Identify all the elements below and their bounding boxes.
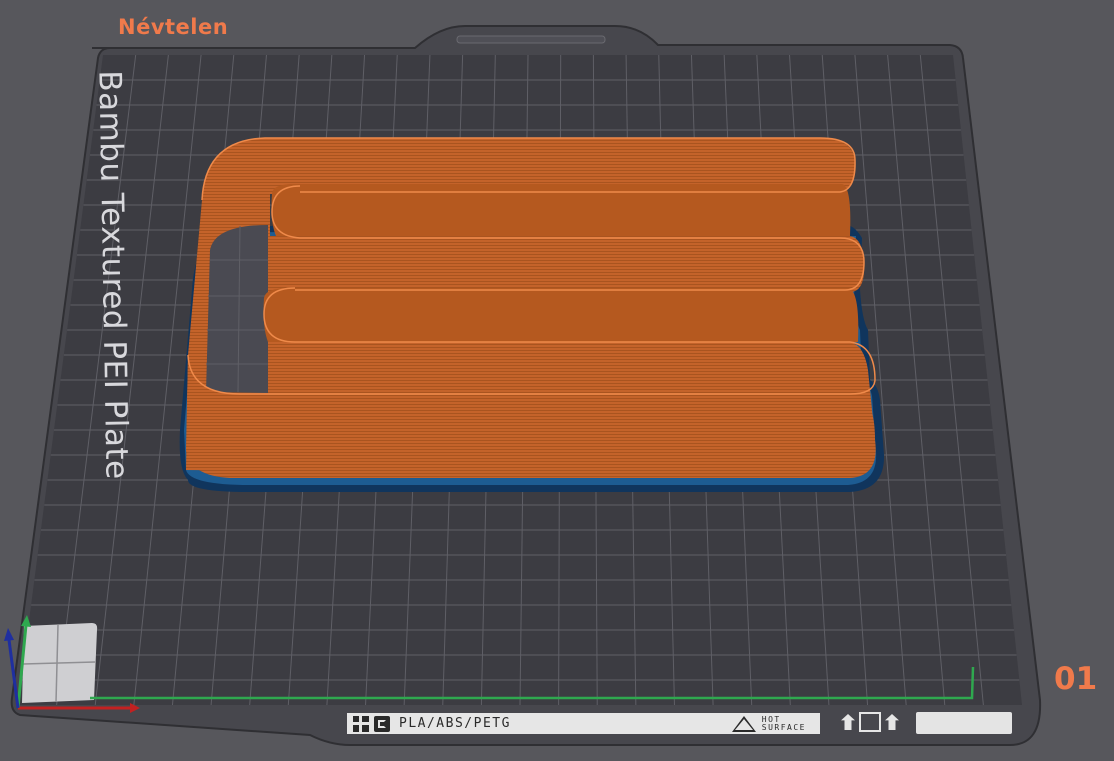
plate-label-strip: PLA/ABS/PETG HOT SURFACE (347, 713, 820, 734)
plate-scene[interactable] (0, 0, 1114, 757)
printed-model[interactable] (179, 137, 885, 492)
plate-number-label[interactable]: 01 (1054, 661, 1097, 697)
plate-name-label[interactable]: Névtelen (118, 15, 228, 39)
3d-viewport[interactable]: Névtelen Bambu Textured PEI Plate 01 PLA… (0, 0, 1114, 757)
origin-corner-icon (22, 623, 98, 703)
hot-surface-warning: HOT SURFACE (731, 715, 806, 732)
lift-arrow-icon (885, 714, 899, 730)
plate-outline-icon (859, 712, 881, 732)
lift-arrow-icon (841, 714, 855, 730)
plate-brand-text: Bambu Textured PEI Plate (91, 69, 135, 481)
bambu-logo-icon (353, 715, 369, 732)
plate-side-icons (841, 712, 899, 732)
plate-slot-marker (916, 712, 1012, 734)
hot-surface-line2: SURFACE (761, 722, 806, 732)
plate-handle-notch (456, 35, 606, 44)
warning-triangle-icon (731, 715, 756, 732)
textured-plate-icon (374, 715, 390, 732)
filament-types-label: PLA/ABS/PETG (399, 716, 511, 731)
